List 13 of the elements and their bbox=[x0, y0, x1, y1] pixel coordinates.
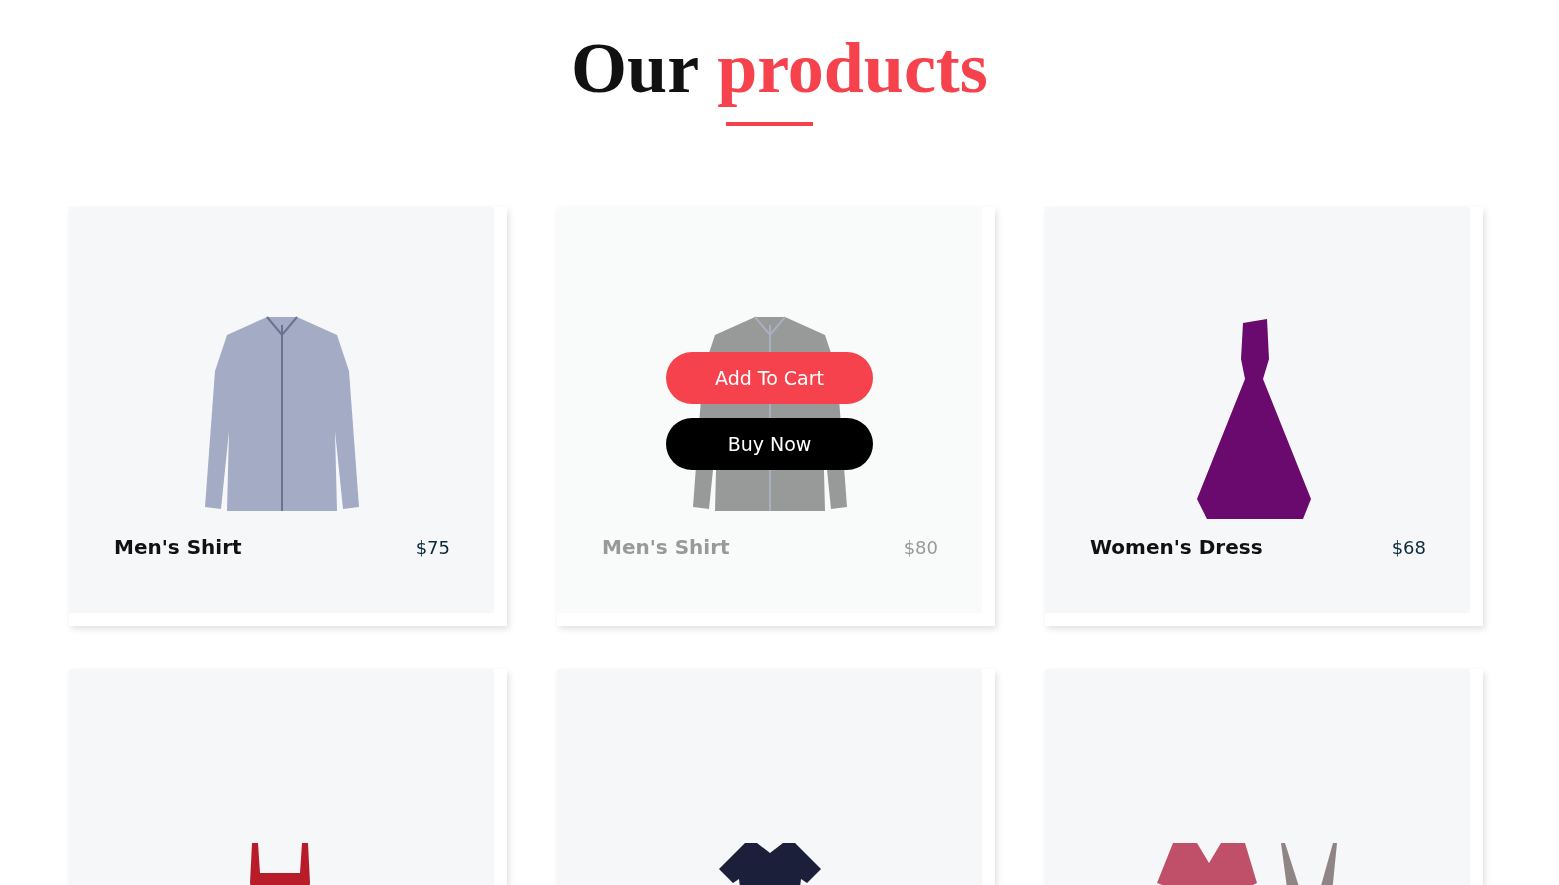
product-name: Men's Shirt bbox=[114, 535, 242, 559]
heading-highlight: products bbox=[717, 28, 988, 108]
product-card[interactable]: Men's Shirt $80 Add To Cart Buy Now bbox=[557, 207, 995, 626]
product-card[interactable]: Women's Dress $68 bbox=[1045, 207, 1483, 626]
product-card[interactable]: Men's Shirt $75 bbox=[69, 207, 507, 626]
add-to-cart-button[interactable]: Add To Cart bbox=[666, 352, 873, 404]
product-price: $75 bbox=[415, 536, 450, 558]
product-name: Women's Dress bbox=[1090, 535, 1263, 559]
product-price: $80 bbox=[903, 536, 938, 558]
product-price: $68 bbox=[1391, 536, 1426, 558]
buy-now-button[interactable]: Buy Now bbox=[666, 418, 873, 470]
product-name: Men's Shirt bbox=[602, 535, 730, 559]
heading-text: Our bbox=[571, 28, 700, 108]
